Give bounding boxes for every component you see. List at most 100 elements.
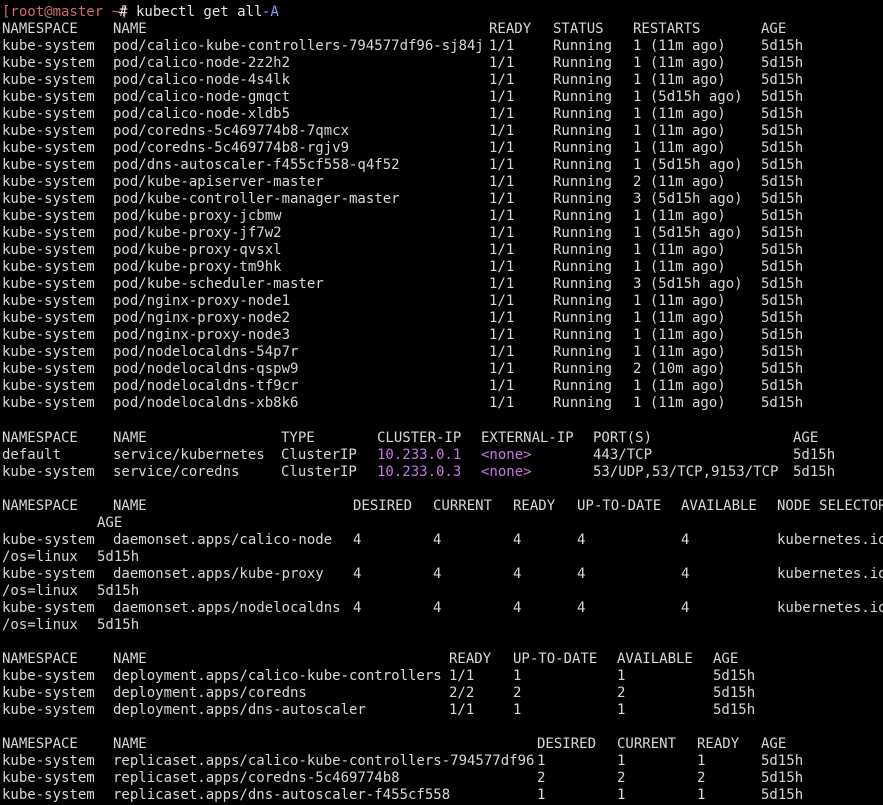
- table-cell: 1: [617, 787, 626, 803]
- table-cell: Running: [553, 72, 613, 88]
- table-cell: pod/coredns-5c469774b8-rgjv9: [113, 140, 350, 156]
- table-cell: 4: [577, 532, 586, 548]
- table-cell: kube-system: [2, 344, 95, 360]
- table-cell: kube-system: [2, 225, 95, 241]
- table-cell: pod/nodelocaldns-xb8k6: [113, 395, 299, 411]
- table-cell: kube-system: [2, 55, 95, 71]
- table-cell: 1 (11m ago): [633, 38, 726, 54]
- replicasets-col-header: READY: [697, 736, 740, 752]
- table-cell: Running: [553, 174, 613, 190]
- table-cell: Running: [553, 344, 613, 360]
- table-row: kube-system pod/kube-proxy-tm9hk 1/1 Runnin…: [0, 259, 883, 276]
- table-cell: Running: [553, 106, 613, 122]
- table-cell: kube-system: [2, 157, 95, 173]
- pods-col-header: AGE: [761, 21, 787, 37]
- table-row: kube-system pod/kube-scheduler-master 1/1 R…: [0, 276, 883, 293]
- table-cell: pod/nginx-proxy-node3: [113, 327, 291, 343]
- table-cell: 5d15h: [761, 89, 804, 105]
- prompt-line: [root@master ~] # kubectl get all -A: [0, 4, 883, 21]
- table-cell: kube-system: [2, 259, 95, 275]
- table-cell: 5d15h: [761, 344, 804, 360]
- table-cell: Running: [553, 310, 613, 326]
- table-cell: kube-system: [2, 327, 95, 343]
- table-cell: kube-system: [2, 293, 95, 309]
- replicasets-col-header: CURRENT: [617, 736, 677, 752]
- table-cell: 1 (5d15h ago): [633, 89, 743, 105]
- table-cell: 1/1: [489, 327, 515, 343]
- table-row: kube-system pod/kube-controller-manager-m…: [0, 191, 883, 208]
- table-cell: kube-system: [2, 770, 95, 786]
- table-cell: kube-system: [2, 106, 95, 122]
- table-cell: pod/calico-node-4s4lk: [113, 72, 291, 88]
- table-row: kube-system service/coredns ClusterIP 10.23…: [0, 464, 883, 481]
- replicasets-col-header: AGE: [761, 736, 787, 752]
- table-cell: kube-system: [2, 123, 95, 139]
- table-cell: 5d15h: [713, 685, 756, 701]
- services-col-header: EXTERNAL-IP: [481, 430, 574, 446]
- table-cell: 5d15h: [761, 787, 804, 803]
- daemonsets-col-header: CURRENT: [433, 498, 493, 514]
- table-cell: 1 (11m ago): [633, 395, 726, 411]
- command-text: kubectl get all: [136, 4, 271, 20]
- deployments-col-header: NAMESPACE: [2, 651, 78, 667]
- table-cell: 10.233.0.1: [377, 447, 462, 463]
- replicasets-col-header: DESIRED: [537, 736, 597, 752]
- table-cell: 443/TCP: [593, 447, 653, 463]
- table-cell: 1/1: [489, 259, 515, 275]
- daemonsets-col-header: DESIRED: [353, 498, 413, 514]
- table-cell: ClusterIP: [281, 464, 357, 480]
- terminal-window[interactable]: [root@master ~] # kubectl get all -A NAM…: [0, 0, 883, 805]
- table-cell: 5d15h: [761, 72, 804, 88]
- table-cell: 1 (11m ago): [633, 55, 726, 71]
- daemonsets-col-header: READY: [513, 498, 556, 514]
- table-cell: 5d15h: [761, 191, 804, 207]
- table-row: kube-system pod/coredns-5c469774b8-7qmcx 1…: [0, 123, 883, 140]
- table-cell: pod/kube-proxy-jf7w2: [113, 225, 282, 241]
- table-row: kube-system deployment.apps/dns-autoscale…: [0, 702, 883, 719]
- table-cell: kube-system: [2, 361, 95, 377]
- table-cell: 1 (11m ago): [633, 293, 726, 309]
- table-cell: <none>: [481, 464, 532, 480]
- table-row-wrap: /os=linux 5d15h: [0, 617, 883, 634]
- table-cell: Running: [553, 276, 613, 292]
- table-cell: 4: [513, 566, 522, 582]
- table-cell: 4: [681, 566, 690, 582]
- table-cell: Running: [553, 378, 613, 394]
- table-row: kube-system deployment.apps/coredns 2/2 2 2 5…: [0, 685, 883, 702]
- command-flag: -A: [262, 4, 279, 20]
- services-col-header: PORT(S): [593, 430, 653, 446]
- table-row: kube-system pod/nodelocaldns-tf9cr 1/1 Runn…: [0, 378, 883, 395]
- table-cell: Running: [553, 293, 613, 309]
- table-row: kube-system pod/nginx-proxy-node1 1/1 Runni…: [0, 293, 883, 310]
- table-row: kube-system pod/calico-node-4s4lk 1/1 Runni…: [0, 72, 883, 89]
- table-cell: 2: [617, 685, 626, 701]
- prompt-symbol: #: [119, 4, 136, 20]
- daemonsets-col-header: AGE: [97, 515, 123, 531]
- replicasets-header-row: NAMESPACE NAME DESIRED CURRENT READY AGE: [0, 736, 883, 753]
- table-cell: 1: [697, 753, 706, 769]
- table-row: default service/kubernetes ClusterIP 10.233…: [0, 447, 883, 464]
- table-cell: 5d15h: [761, 327, 804, 343]
- table-cell: 5d15h: [713, 702, 756, 718]
- daemonsets-col-header: NODE SELECTOR: [777, 498, 883, 514]
- table-cell: 5d15h: [761, 38, 804, 54]
- table-cell: 1 (11m ago): [633, 242, 726, 258]
- table-cell: 1/1: [489, 38, 515, 54]
- table-cell: 4: [577, 600, 586, 616]
- table-cell: 4: [353, 566, 362, 582]
- table-cell: daemonset.apps/kube-proxy: [113, 566, 324, 582]
- table-cell: 1/1: [489, 174, 515, 190]
- table-cell: kube-system: [2, 242, 95, 258]
- table-cell: daemonset.apps/calico-node: [113, 532, 333, 548]
- table-row: kube-system pod/calico-node-xldb5 1/1 Runni…: [0, 106, 883, 123]
- table-cell: deployment.apps/coredns: [113, 685, 307, 701]
- table-cell: kube-system: [2, 89, 95, 105]
- table-cell: service/coredns: [113, 464, 240, 480]
- pods-col-header: RESTARTS: [633, 21, 701, 37]
- table-row: kube-system replicaset.apps/calico-kube-c…: [0, 753, 883, 770]
- table-cell: kube-system: [2, 464, 95, 480]
- table-cell: kube-system: [2, 208, 95, 224]
- table-cell: 5d15h: [97, 617, 140, 633]
- deployments-col-header: UP-TO-DATE: [513, 651, 598, 667]
- pods-col-header: STATUS: [553, 21, 604, 37]
